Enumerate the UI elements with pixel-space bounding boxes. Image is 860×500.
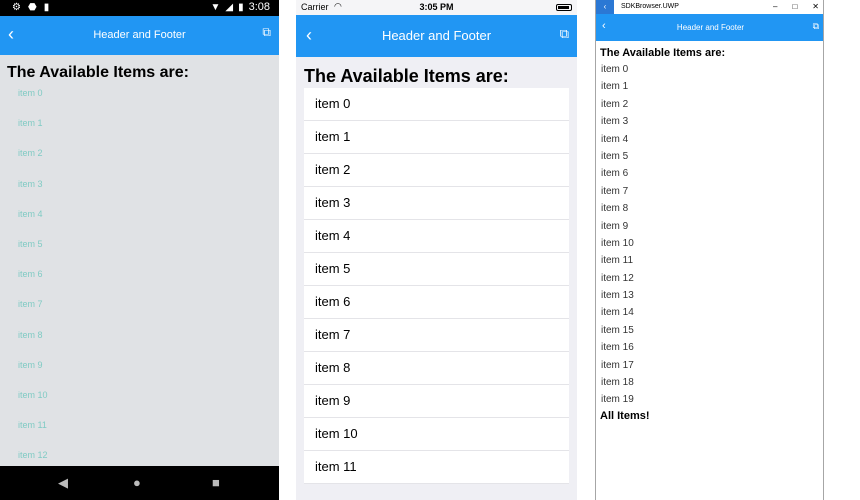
- status-time: 3:05 PM: [419, 2, 454, 12]
- list-header: The Available Items are:: [7, 64, 189, 81]
- list-footer: All Items!: [600, 410, 650, 422]
- list-item[interactable]: item 13: [601, 290, 634, 307]
- page-title: Header and Footer: [676, 23, 745, 32]
- uwp-window: ‹ SDKBrowser.UWP – □ ✕ ‹ Header and Foot…: [595, 0, 824, 500]
- item-list[interactable]: item 0 item 1 item 2 item 3 item 4 item …: [18, 88, 48, 480]
- window-app-name: SDKBrowser.UWP: [621, 3, 679, 10]
- maximize-button[interactable]: □: [792, 2, 797, 11]
- list-item[interactable]: item 7: [18, 299, 48, 329]
- list-item[interactable]: item 1: [601, 81, 634, 98]
- list-item[interactable]: item 1: [18, 118, 48, 148]
- list-item[interactable]: item 2: [601, 99, 634, 116]
- list-item[interactable]: item 0: [304, 88, 569, 121]
- external-link-icon[interactable]: ⧉: [560, 26, 569, 42]
- list-item[interactable]: item 10: [18, 390, 48, 420]
- list-item[interactable]: item 1: [304, 121, 569, 154]
- list-item[interactable]: item 4: [18, 209, 48, 239]
- list-item[interactable]: item 8: [18, 330, 48, 360]
- wifi-icon: ▼: [210, 1, 221, 13]
- status-bar: Carrier ◠ 3:05 PM: [296, 0, 577, 15]
- list-item[interactable]: item 6: [304, 286, 569, 319]
- battery-icon: ▮: [238, 1, 244, 13]
- battery-icon: [556, 4, 572, 11]
- toolbar: ‹ Header and Footer ⧉: [0, 16, 279, 55]
- list-item[interactable]: item 18: [601, 377, 634, 394]
- list-item[interactable]: item 15: [601, 325, 634, 342]
- status-time: 3:08: [248, 1, 270, 13]
- list-item[interactable]: item 3: [304, 187, 569, 220]
- list-item[interactable]: item 5: [18, 239, 48, 269]
- list-item[interactable]: item 17: [601, 360, 634, 377]
- item-list[interactable]: item 0 item 1 item 2 item 3 item 4 item …: [601, 64, 634, 412]
- list-item[interactable]: item 16: [601, 342, 634, 359]
- external-link-icon[interactable]: ⧉: [813, 21, 819, 32]
- list-item[interactable]: item 7: [304, 319, 569, 352]
- signal-icon: ◢: [225, 1, 234, 13]
- settings-icon: ⚙: [12, 2, 21, 13]
- list-item[interactable]: item 2: [18, 148, 48, 178]
- list-item[interactable]: item 8: [601, 203, 634, 220]
- nav-recents-icon[interactable]: ■: [212, 475, 220, 490]
- status-bar: ⚙ ⬣ ▮ ▼ ◢ ▮ 3:08: [0, 0, 279, 16]
- list-item[interactable]: item 0: [601, 64, 634, 81]
- list-item[interactable]: item 10: [304, 418, 569, 451]
- list-item[interactable]: item 9: [304, 385, 569, 418]
- navigation-bar: ◀ ● ■: [0, 466, 279, 500]
- list-item[interactable]: item 14: [601, 307, 634, 324]
- list-item[interactable]: item 0: [18, 88, 48, 118]
- toolbar: ‹ Header and Footer ⧉: [596, 14, 823, 41]
- nav-home-icon[interactable]: ●: [133, 475, 141, 490]
- list-item[interactable]: item 8: [304, 352, 569, 385]
- external-link-icon[interactable]: ⧉: [262, 25, 271, 40]
- list-item[interactable]: item 5: [304, 253, 569, 286]
- list-item[interactable]: item 4: [601, 134, 634, 151]
- sd-card-icon: ▮: [43, 2, 50, 13]
- shield-icon: ⬣: [27, 2, 37, 13]
- list-item[interactable]: item 4: [304, 220, 569, 253]
- item-list[interactable]: item 0 item 1 item 2 item 3 item 4 item …: [304, 88, 569, 484]
- list-item[interactable]: item 7: [601, 186, 634, 203]
- close-button[interactable]: ✕: [812, 2, 819, 11]
- window-titlebar: ‹ SDKBrowser.UWP – □ ✕: [596, 0, 823, 14]
- list-item[interactable]: item 12: [601, 273, 634, 290]
- list-header: The Available Items are:: [600, 47, 726, 59]
- list-item[interactable]: item 2: [304, 154, 569, 187]
- list-item[interactable]: item 10: [601, 238, 634, 255]
- list-item[interactable]: item 11: [304, 451, 569, 484]
- list-item[interactable]: item 9: [18, 360, 48, 390]
- list-item[interactable]: item 3: [601, 116, 634, 133]
- ios-screen: Carrier ◠ 3:05 PM ‹ Header and Footer ⧉ …: [296, 0, 577, 500]
- list-item[interactable]: item 5: [601, 151, 634, 168]
- nav-back-icon[interactable]: ◀: [58, 475, 68, 491]
- list-item[interactable]: item 11: [18, 420, 48, 450]
- page-title: Header and Footer: [93, 29, 186, 41]
- android-screen: ⚙ ⬣ ▮ ▼ ◢ ▮ 3:08 ‹ Header and Footer ⧉ T…: [0, 0, 279, 500]
- list-item[interactable]: item 3: [18, 179, 48, 209]
- list-header: The Available Items are:: [304, 66, 509, 86]
- list-item[interactable]: item 9: [601, 221, 634, 238]
- page-title: Header and Footer: [381, 28, 492, 43]
- toolbar: ‹ Header and Footer ⧉: [296, 15, 577, 57]
- list-item[interactable]: item 6: [601, 168, 634, 185]
- list-item[interactable]: item 6: [18, 269, 48, 299]
- list-item[interactable]: item 11: [601, 255, 634, 272]
- window-back-icon[interactable]: ‹: [596, 0, 614, 14]
- minimize-button[interactable]: –: [773, 2, 777, 11]
